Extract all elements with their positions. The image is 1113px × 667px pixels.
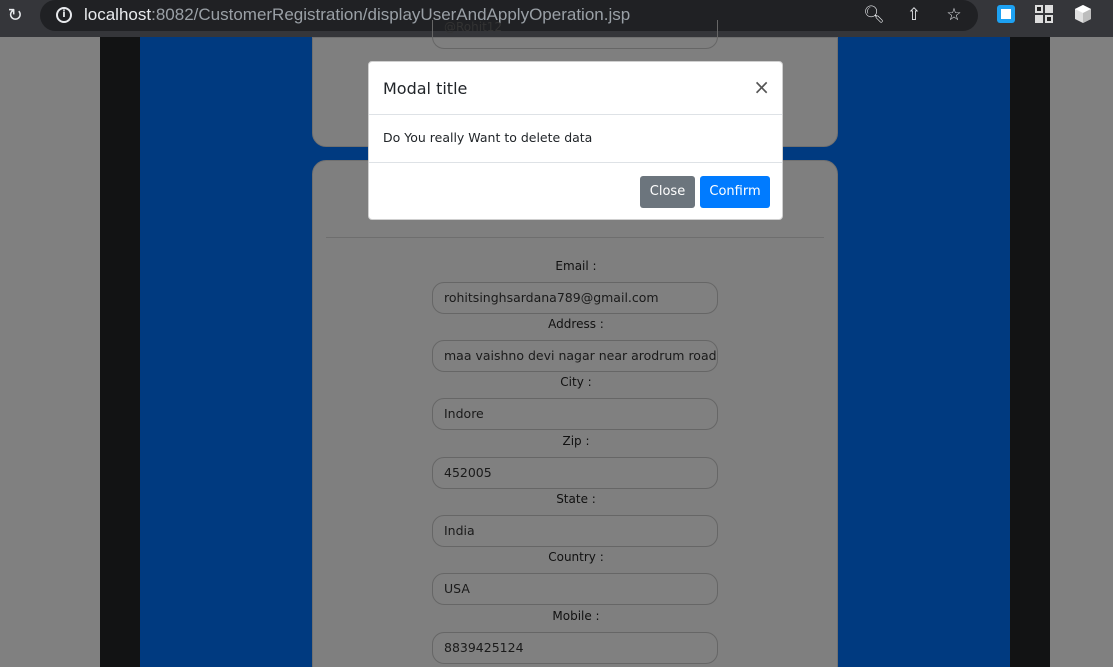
user-details-card: Email : rohitsinghsardana789@gmail.com A…	[312, 160, 838, 667]
zip-field[interactable]: 452005	[432, 457, 718, 489]
city-field[interactable]: Indore	[432, 398, 718, 430]
address-field[interactable]: maa vaishno devi nagar near arodrum road	[432, 340, 718, 372]
confirm-button[interactable]: Confirm	[700, 176, 770, 208]
previous-user-field[interactable]: @Rohit12	[432, 20, 718, 49]
country-label: Country :	[548, 550, 604, 564]
state-field[interactable]: India	[432, 515, 718, 547]
confirm-delete-modal: Modal title × Do You really Want to dele…	[368, 61, 783, 220]
modal-footer-divider	[369, 162, 782, 163]
zoom-icon[interactable]: 🔍︎	[863, 4, 885, 26]
bookmark-star-icon[interactable]: ☆	[943, 4, 965, 26]
extension-grid-icon[interactable]	[1034, 4, 1056, 26]
site-info-icon[interactable]: i	[56, 7, 72, 23]
country-field[interactable]: USA	[432, 573, 718, 605]
card-header-divider	[326, 237, 824, 238]
close-icon[interactable]: ×	[753, 77, 770, 97]
extension-translate-icon[interactable]	[996, 4, 1018, 26]
close-button[interactable]: Close	[640, 176, 695, 208]
modal-title: Modal title	[383, 79, 468, 98]
address-label: Address :	[548, 317, 604, 331]
extension-cube-icon[interactable]	[1073, 4, 1095, 26]
modal-body-text: Do You really Want to delete data	[383, 130, 593, 145]
modal-header-divider	[369, 114, 782, 115]
state-label: State :	[556, 492, 596, 506]
city-label: City :	[560, 375, 592, 389]
email-label: Email :	[555, 259, 597, 273]
share-icon[interactable]: ⇧	[903, 4, 925, 26]
mobile-field[interactable]: 8839425124	[432, 632, 718, 664]
mobile-label: Mobile :	[552, 609, 600, 623]
zip-label: Zip :	[562, 434, 590, 448]
email-field[interactable]: rohitsinghsardana789@gmail.com	[432, 282, 718, 314]
url-host: localhost	[84, 5, 152, 24]
reload-icon[interactable]: ↻	[4, 5, 26, 27]
